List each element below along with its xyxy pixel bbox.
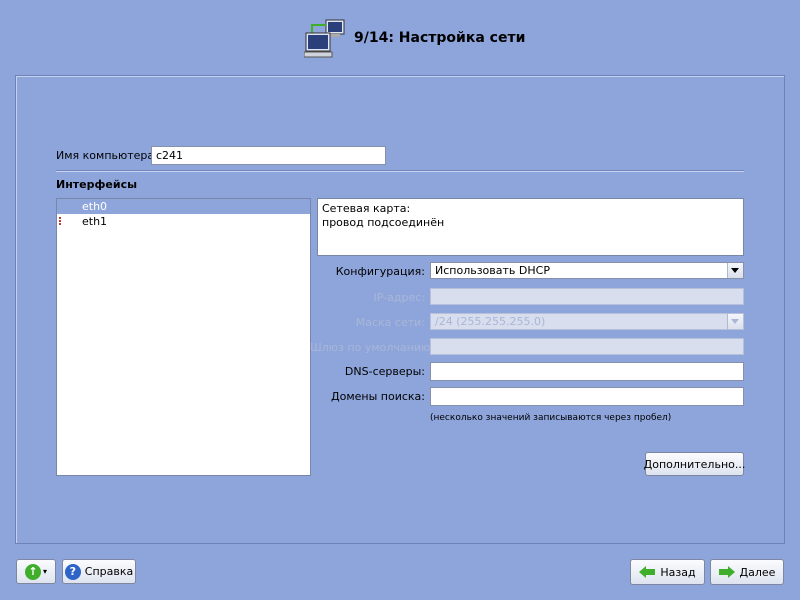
help-button-label: Справка [84, 565, 134, 578]
mask-select-value: /24 (255.255.255.0) [435, 315, 546, 328]
dns-label: DNS-серверы: [344, 365, 425, 378]
left-arrow-icon [639, 566, 656, 578]
hint-text: (несколько значений записываются через п… [430, 413, 672, 423]
interface-row-eth0[interactable]: eth0 [57, 199, 310, 214]
gateway-input[interactable] [430, 338, 744, 355]
help-icon: ? [64, 563, 81, 580]
link-status-icon [59, 217, 61, 226]
interface-row-eth1[interactable]: eth1 [57, 214, 310, 229]
chevron-down-icon: ▾ [42, 567, 47, 576]
separator [56, 170, 744, 172]
chevron-down-icon[interactable] [727, 263, 743, 278]
back-button[interactable]: Назад [630, 559, 705, 585]
search-domains-label: Домены поиска: [331, 390, 425, 403]
page-title: 9/14: Настройка сети [354, 30, 526, 46]
dns-input[interactable] [430, 362, 744, 381]
config-select[interactable]: Использовать DHCP [430, 262, 744, 279]
ip-input[interactable] [430, 288, 744, 305]
interface-name: eth1 [82, 215, 108, 228]
info-line-card: Сетевая карта: [322, 202, 411, 215]
interface-info-box: Сетевая карта: провод подсоединён [317, 198, 744, 256]
search-domains-input[interactable] [430, 387, 744, 406]
network-computers-icon [304, 19, 345, 58]
up-arrow-icon: ↑ [24, 563, 41, 580]
hostname-label: Имя компьютера: [56, 149, 158, 162]
header: 9/14: Настройка сети [0, 0, 800, 75]
interface-name: eth0 [82, 200, 108, 213]
config-label: Конфигурация: [335, 265, 425, 278]
gateway-label: Шлюз по умолчанию: [310, 341, 434, 354]
add-menu-button[interactable]: ↑ ▾ [16, 559, 56, 584]
next-button-label: Далее [739, 565, 776, 579]
config-select-value: Использовать DHCP [435, 264, 550, 277]
next-button[interactable]: Далее [710, 559, 784, 585]
back-button-label: Назад [660, 565, 696, 579]
right-arrow-icon [718, 566, 735, 578]
chevron-down-icon[interactable] [727, 314, 743, 329]
interfaces-heading: Интерфейсы [56, 178, 138, 191]
mask-select[interactable]: /24 (255.255.255.0) [430, 313, 744, 330]
hostname-input[interactable] [151, 146, 386, 165]
interfaces-list[interactable]: eth0 eth1 [56, 198, 311, 476]
help-button[interactable]: ? Справка [62, 559, 136, 584]
mask-label: Маска сети: [355, 316, 425, 329]
advanced-button[interactable]: Дополнительно... [644, 452, 745, 476]
ip-label: IP-адрес: [373, 291, 425, 304]
info-line-link: провод подсоединён [322, 216, 445, 229]
